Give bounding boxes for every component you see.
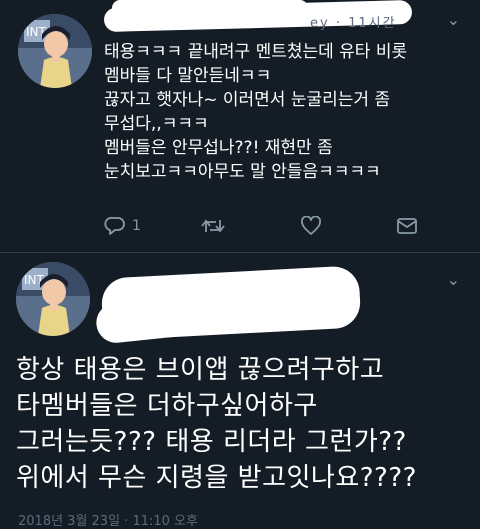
tweet-text-line: 멤버들은 안무섭나??! 재현만 좀 (104, 138, 333, 158)
tweet-text: 태용ㅋㅋㅋ 끝내려구 멘트쳤는데 유타 비롯 멤바들 다 말안듣네ㅋㅋ 끊자고 … (104, 40, 474, 184)
tweet-timestamp: 2018년 3월 23일 · 11:10 오후 (18, 514, 198, 529)
tweet-handle-time: ey · 11시간 (310, 16, 397, 31)
direct-message-button[interactable] (396, 214, 418, 238)
tweet-text-line: 무섭다,,ㅋㅋㅋ (104, 114, 209, 134)
tweet-1[interactable]: INT ey · 11시간 ⌄ 태용ㅋㅋㅋ 끝내려구 멘트쳤는데 유타 비롯 멤… (0, 0, 480, 250)
reply-count: 1 (132, 218, 141, 234)
tweet-text: 항상 태용은 브이앱 끊으려구하고 타멤버들은 더하구싶어하구 그러는듯??? … (16, 352, 476, 496)
heart-icon (300, 216, 322, 236)
avatar[interactable]: INT (18, 14, 92, 88)
avatar[interactable]: INT (16, 262, 90, 336)
chevron-down-icon[interactable]: ⌄ (447, 10, 460, 29)
tweet-text-line: 눈치보고ㅋㅋ아무도 말 안들음ㅋㅋㅋㅋ (104, 162, 381, 182)
tweet-text-line: 멤바들 다 말안듣네ㅋㅋ (104, 66, 272, 86)
direct-message-icon (396, 216, 418, 236)
reply-icon (104, 216, 126, 236)
retweet-icon (200, 216, 226, 236)
tweet-text-line: 타멤버들은 더하구싶어하구 (16, 391, 318, 421)
tweet-text-line: 태용ㅋㅋㅋ 끝내려구 멘트쳤는데 유타 비롯 (104, 42, 408, 62)
reply-button[interactable]: 1 (104, 214, 141, 238)
tweet-actions: 1 (104, 214, 444, 238)
tweet-divider (0, 252, 480, 253)
tweet-text-line: 그러는듯??? 태용 리더라 그런가?? (16, 427, 407, 457)
tweet-text-line: 항상 태용은 브이앱 끊으려구하고 (16, 355, 385, 385)
retweet-button[interactable] (200, 214, 226, 238)
tweet-text-line: 위에서 무슨 지령을 받고잇나요???? (16, 463, 417, 493)
tweet-text-line: 끊자고 햇자나~ 이러면서 눈굴리는거 좀 (104, 90, 391, 110)
chevron-down-icon[interactable]: ⌄ (447, 270, 460, 289)
like-button[interactable] (300, 214, 322, 238)
